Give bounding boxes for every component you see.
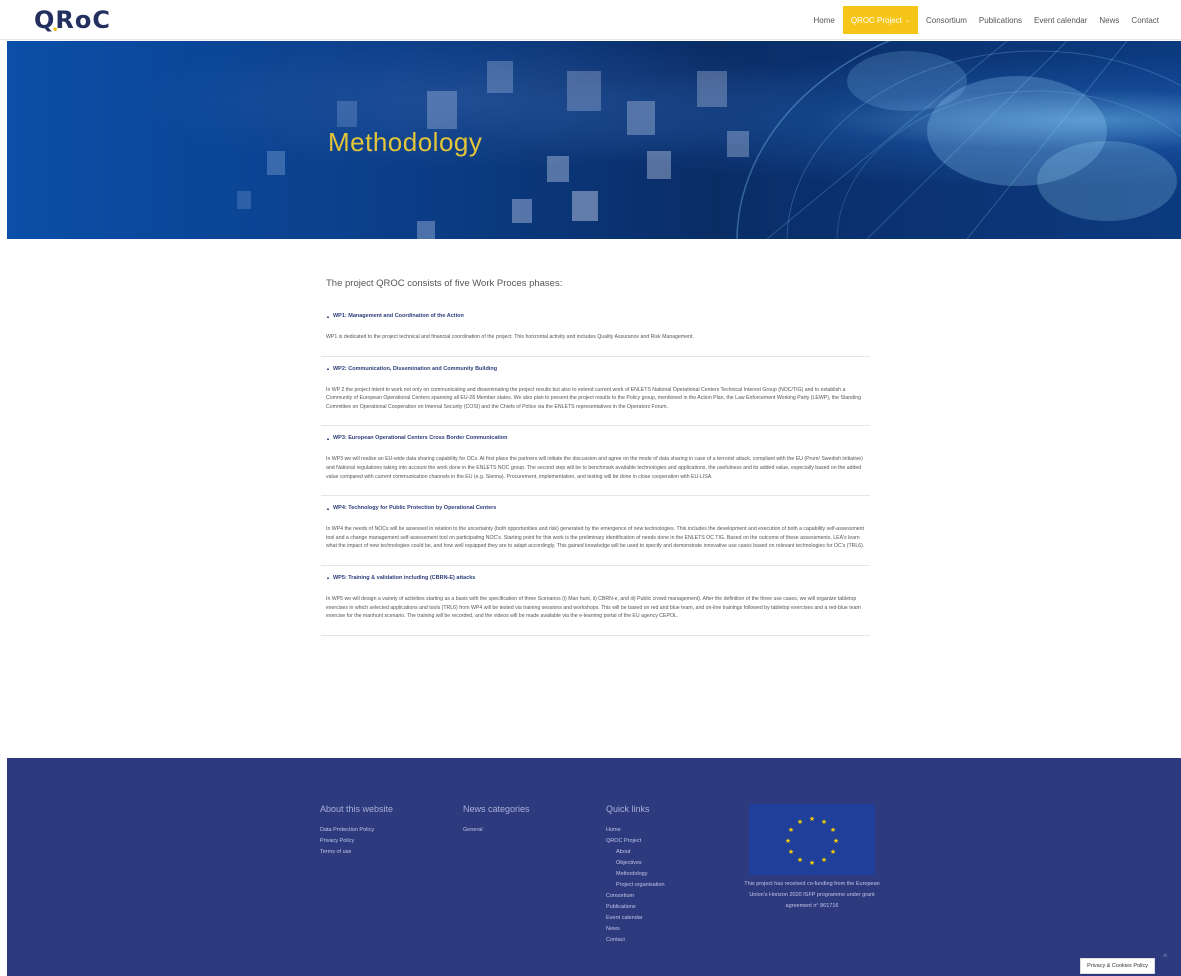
quick-link-consortium[interactable]: Consortium <box>606 891 665 902</box>
footer-about-column: About this website Data Protection Polic… <box>320 804 393 858</box>
svg-text:★: ★ <box>797 818 803 826</box>
accordion-header-wp4[interactable]: ▲ WP4: Technology for Public Protection b… <box>326 505 870 511</box>
accordion-item-wp5: ▲ WP5: Training & validation including (C… <box>321 575 870 636</box>
logo-dot: • <box>52 25 60 36</box>
footer-quick-links-column: Quick links Home QROC Project About Obje… <box>606 804 665 946</box>
accordion-item-wp4: ▲ WP4: Technology for Public Protection b… <box>321 505 870 566</box>
scroll-to-top-icon[interactable]: ^ <box>1163 953 1167 962</box>
accordion-body-wp2: In WP 2 the project intent to work not o… <box>326 386 861 410</box>
footer-quick-title: Quick links <box>606 804 650 814</box>
eu-flag-logo: ★ ★ ★ ★ ★ ★ ★ ★ ★ ★ ★ ★ <box>749 804 875 875</box>
footer-news-column: News categories General <box>463 804 530 836</box>
svg-text:★: ★ <box>785 837 791 845</box>
triangle-up-icon: ▲ <box>326 366 330 372</box>
svg-text:★: ★ <box>821 818 827 826</box>
quick-link-publications[interactable]: Publications <box>606 902 665 913</box>
quick-link-project-organisation[interactable]: Project organisation <box>606 880 665 891</box>
accordion-body-wp1: WP1 is dedicated to the project technica… <box>326 334 694 340</box>
accordion-body-wp5: In WP5 we will design a variety of activ… <box>326 595 861 620</box>
svg-text:★: ★ <box>788 826 794 834</box>
main-content: The project QROC consists of five Work P… <box>321 278 870 645</box>
accordion-body-wp4: In WP4 the needs of NOCs will be assesse… <box>326 526 865 550</box>
accordion-header-wp1[interactable]: ▲ WP1: Management and Coordination of the… <box>326 313 870 319</box>
intro-text: The project QROC consists of five Work P… <box>326 278 563 289</box>
quick-link-event-calendar[interactable]: Event calendar <box>606 913 665 924</box>
nav-consortium[interactable]: Consortium <box>920 6 973 34</box>
quick-link-news[interactable]: News <box>606 924 665 935</box>
logo-text: QRoC <box>34 6 111 34</box>
quick-link-methodology[interactable]: Methodology <box>606 869 665 880</box>
accordion-header-wp2[interactable]: ▲ WP2: Communication, Dissemination and C… <box>326 366 870 372</box>
site-footer: About this website Data Protection Polic… <box>7 758 1181 976</box>
chevron-down-icon: ⌄ <box>904 17 910 24</box>
footer-news-title: News categories <box>463 804 530 814</box>
triangle-up-icon: ▲ <box>326 575 330 581</box>
triangle-up-icon: ▲ <box>326 435 330 441</box>
hero-background-graphic <box>237 41 1181 239</box>
triangle-up-icon: ▲ <box>326 313 330 319</box>
quick-link-home[interactable]: Home <box>606 825 665 836</box>
footer-link-terms[interactable]: Terms of use <box>320 847 393 858</box>
accordion-header-wp5[interactable]: ▲ WP5: Training & validation including (C… <box>326 575 870 581</box>
site-header: QRoC • Home QROC Project ⌄ Consortium Pub… <box>0 0 1181 40</box>
page-title: Methodology <box>328 127 483 157</box>
nav-publications[interactable]: Publications <box>973 6 1028 34</box>
nav-news[interactable]: News <box>1093 6 1125 34</box>
svg-text:★: ★ <box>830 848 836 856</box>
accordion-item-wp2: ▲ WP2: Communication, Dissemination and C… <box>321 366 870 427</box>
svg-text:★: ★ <box>788 848 794 856</box>
quick-link-objectives[interactable]: Objectives <box>606 858 665 869</box>
footer-link-privacy-policy[interactable]: Privacy Policy <box>320 836 393 847</box>
accordion-header-wp3[interactable]: ▲ WP3: European Operational Centers Cross… <box>326 435 870 441</box>
footer-link-data-protection[interactable]: Data Protection Policy <box>320 825 393 836</box>
footer-link-general[interactable]: General <box>463 825 530 836</box>
nav-contact[interactable]: Contact <box>1125 6 1165 34</box>
nav-qroc-project[interactable]: QROC Project ⌄ <box>842 6 918 34</box>
hero-banner: Methodology <box>7 41 1181 239</box>
accordion-body-wp3: In WP3 we will realise an EU-wide data s… <box>326 456 863 480</box>
quick-link-qroc-project[interactable]: QROC Project <box>606 836 665 847</box>
quick-link-contact[interactable]: Contact <box>606 935 665 946</box>
accordion-item-wp3: ▲ WP3: European Operational Centers Cross… <box>321 435 870 497</box>
svg-text:★: ★ <box>809 815 815 823</box>
eu-funding-text: This project has received co-funding fro… <box>744 881 880 909</box>
svg-text:★: ★ <box>797 856 803 864</box>
footer-about-title: About this website <box>320 804 394 814</box>
main-nav: Home QROC Project ⌄ Consortium Publicatio… <box>807 6 1165 34</box>
eu-stars-icon: ★ ★ ★ ★ ★ ★ ★ ★ ★ ★ ★ ★ <box>785 815 839 867</box>
privacy-cookies-button[interactable]: Privacy & Cookies Policy <box>1080 958 1155 974</box>
quick-link-about[interactable]: About <box>606 847 665 858</box>
site-logo[interactable]: QRoC • <box>34 6 111 36</box>
svg-text:★: ★ <box>830 826 836 834</box>
svg-text:★: ★ <box>833 837 839 845</box>
svg-text:★: ★ <box>809 859 815 867</box>
nav-event-calendar[interactable]: Event calendar <box>1028 6 1093 34</box>
nav-home[interactable]: Home <box>807 6 840 34</box>
accordion-item-wp1: ▲ WP1: Management and Coordination of the… <box>321 313 870 357</box>
triangle-up-icon: ▲ <box>326 505 330 511</box>
svg-text:★: ★ <box>821 856 827 864</box>
